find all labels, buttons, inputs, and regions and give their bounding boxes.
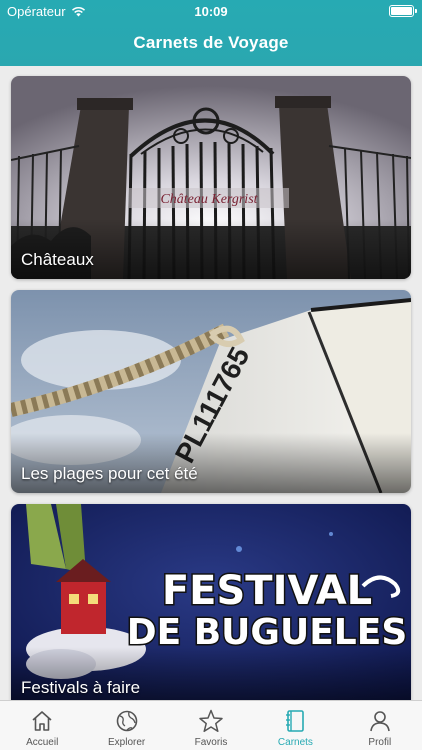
battery-icon <box>389 5 417 17</box>
notebook-card-festivals[interactable]: FESTIVAL DE BUGUELES Festivals à faire <box>11 504 411 700</box>
user-icon <box>370 711 390 732</box>
card-title: Châteaux <box>21 250 94 269</box>
tab-bar: Accueil Explorer Favoris Carnets Profil <box>0 700 422 750</box>
app-header: Opérateur 10:09 Carnets de Voyage <box>0 0 422 66</box>
tab-label: Accueil <box>26 737 59 748</box>
card-title: Les plages pour cet été <box>21 464 198 483</box>
notebook-list[interactable]: Château Kergrist Châteaux PL111765 Les p… <box>0 66 422 700</box>
tab-label: Profil <box>368 737 392 748</box>
tab-label: Explorer <box>107 737 146 748</box>
tab-favoris[interactable]: Favoris <box>169 701 253 750</box>
tab-explorer[interactable]: Explorer <box>84 701 168 750</box>
tab-label: Carnets <box>277 737 313 748</box>
notebook-card-chateaux[interactable]: Château Kergrist Châteaux <box>11 76 411 279</box>
tab-accueil[interactable]: Accueil <box>0 701 84 750</box>
tab-label: Favoris <box>194 737 228 748</box>
notebook-card-plages[interactable]: PL111765 Les plages pour cet été <box>11 290 411 493</box>
tab-carnets[interactable]: Carnets <box>253 701 337 750</box>
star-icon <box>199 709 223 733</box>
status-bar: Opérateur 10:09 <box>0 0 422 24</box>
castle-sign-text: Château Kergrist <box>160 192 258 207</box>
notebook-icon <box>286 710 305 732</box>
poster-line-1: FESTIVAL <box>162 568 372 614</box>
page-title: Carnets de Voyage <box>133 33 289 52</box>
tab-profil[interactable]: Profil <box>338 701 422 750</box>
card-title: Festivals à faire <box>21 678 141 697</box>
clock: 10:09 <box>194 4 228 19</box>
home-icon <box>32 711 52 731</box>
globe-icon <box>116 710 137 732</box>
